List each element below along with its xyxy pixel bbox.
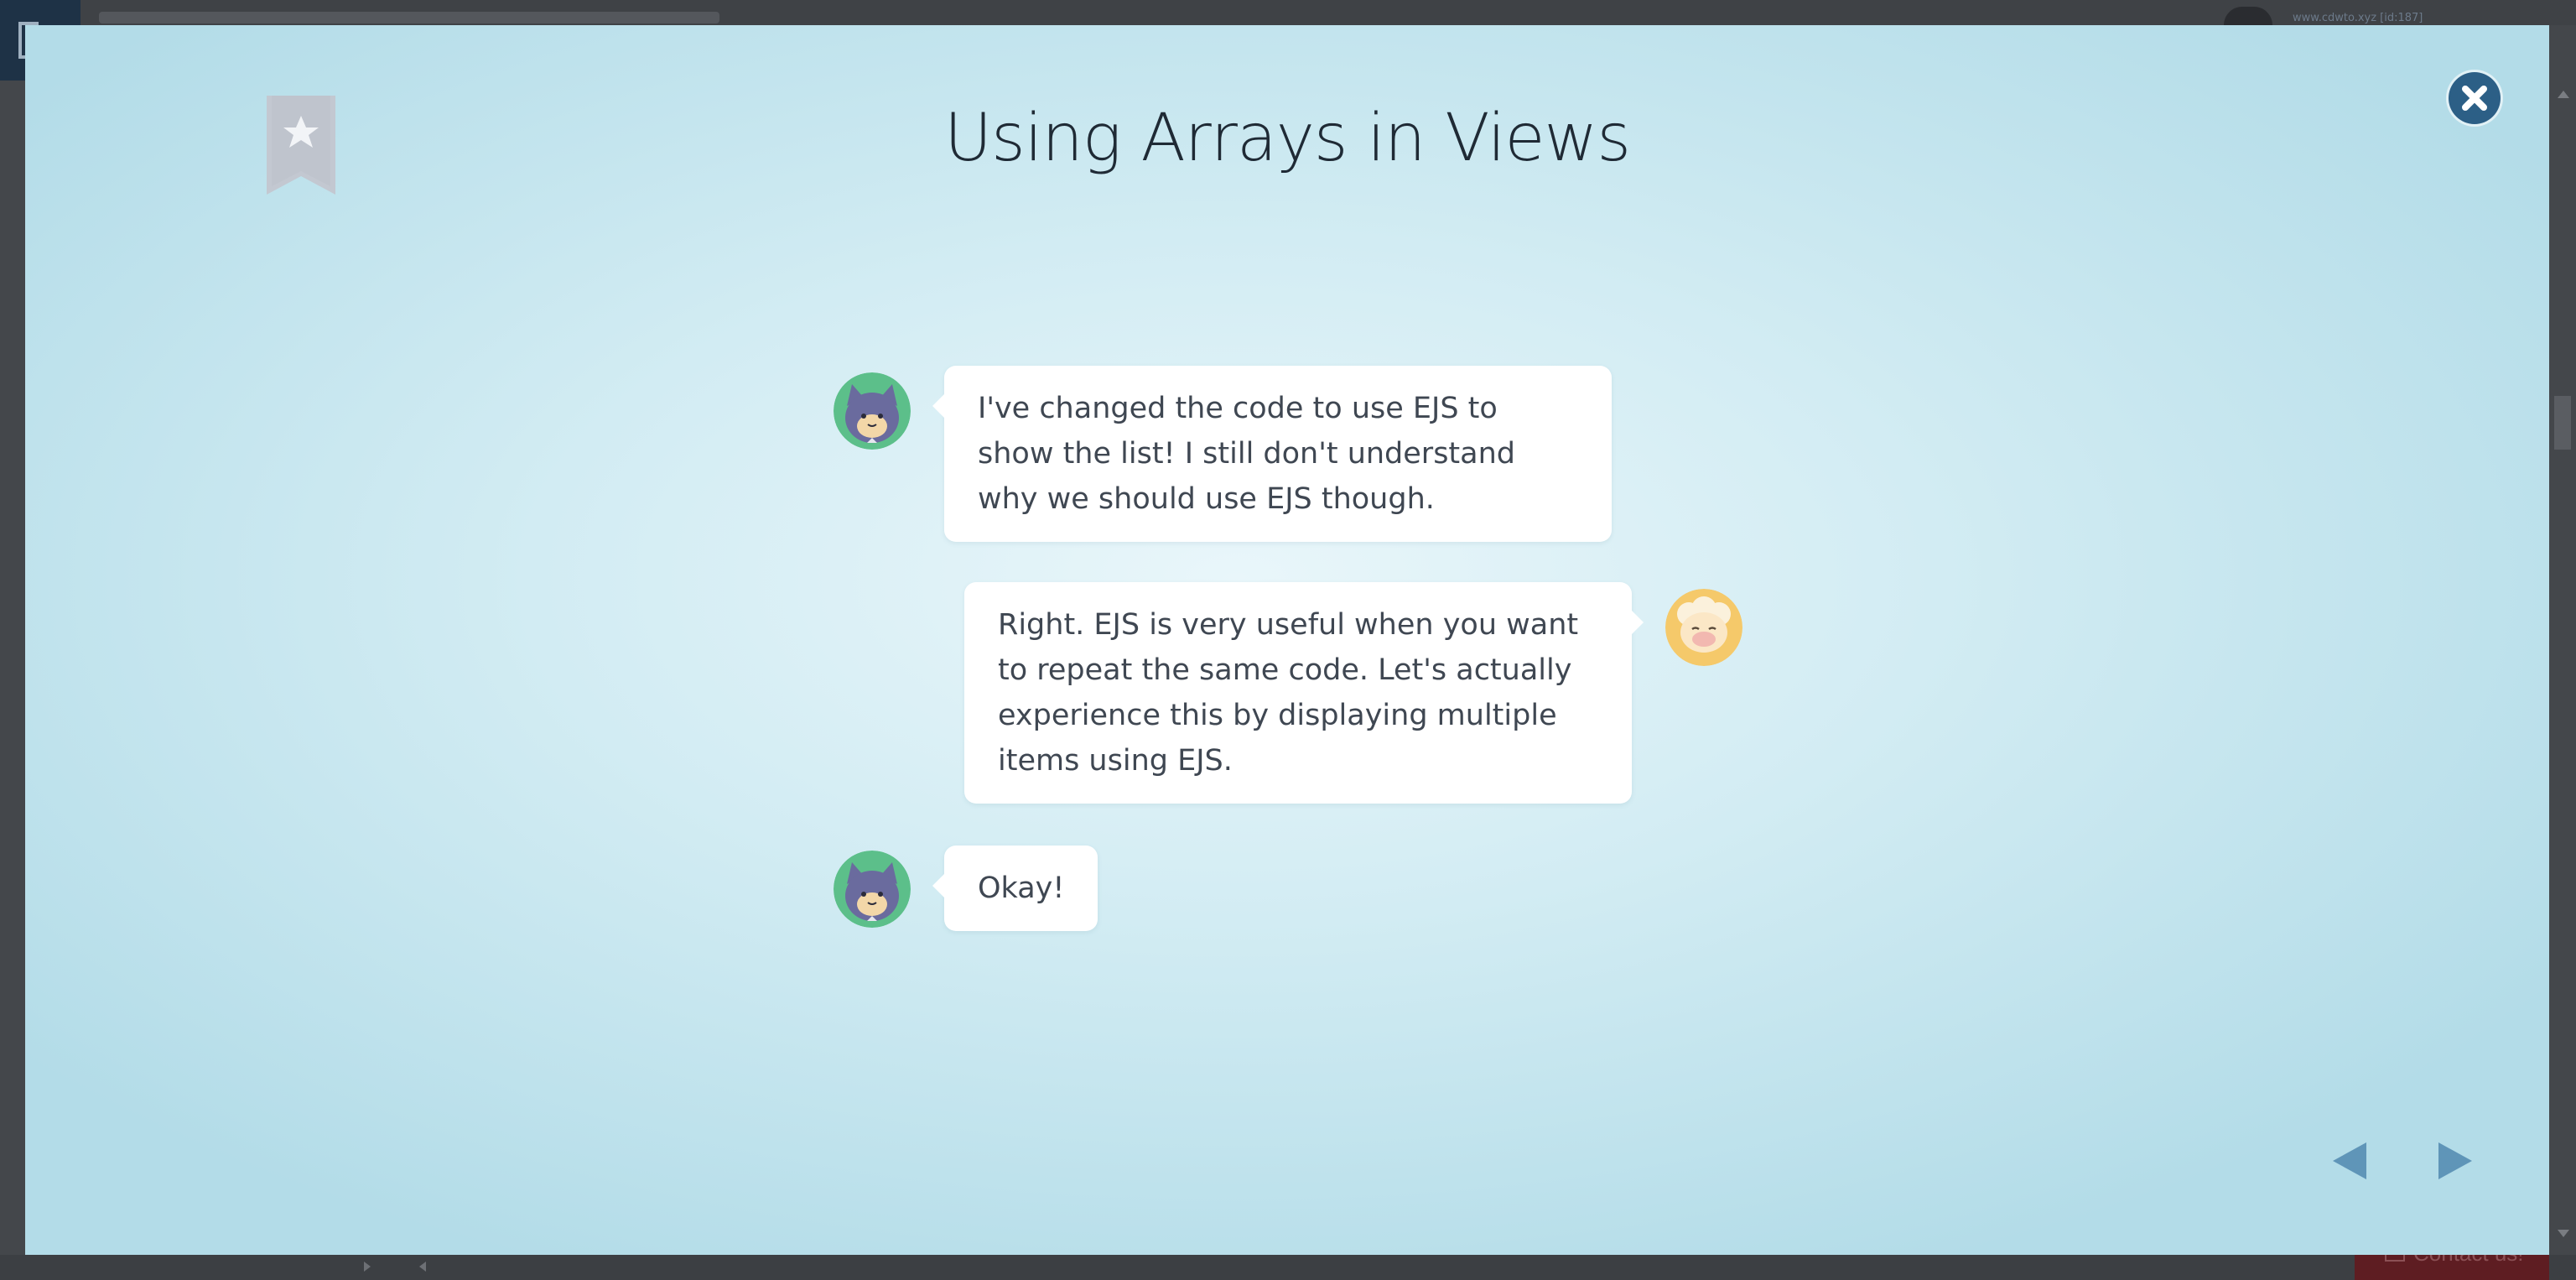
background-scrollbar-thumb xyxy=(2554,396,2571,450)
lesson-title: Using Arrays in Views xyxy=(944,101,1631,176)
next-button[interactable] xyxy=(2428,1136,2479,1186)
background-left-panel xyxy=(0,81,25,1255)
background-search-bar xyxy=(99,12,719,23)
scroll-up-icon xyxy=(2558,91,2569,98)
message-text: Right. EJS is very useful when you want … xyxy=(998,608,1579,778)
previous-button[interactable] xyxy=(2326,1136,2376,1186)
previous-arrow-icon xyxy=(2333,1142,2366,1179)
background-scrollbar-track xyxy=(2549,25,2576,1258)
message-text: I've changed the code to use EJS to show… xyxy=(978,392,1516,516)
scroll-left-icon xyxy=(419,1262,426,1272)
chat-bubble-3: Okay! xyxy=(932,846,1098,931)
background-user-label: www.cdwto.xyz [id:187] xyxy=(2293,12,2423,24)
lesson-modal: Using Arrays in Views I've changed the c… xyxy=(25,25,2549,1255)
scroll-right-icon xyxy=(364,1262,371,1272)
sheep-avatar xyxy=(1665,589,1742,666)
sheep-character-icon xyxy=(1665,589,1742,666)
scroll-down-icon xyxy=(2558,1230,2569,1237)
next-arrow-icon xyxy=(2438,1142,2472,1179)
message-text: Okay! xyxy=(978,872,1065,905)
cat-character-icon xyxy=(834,851,911,928)
cat-avatar xyxy=(834,851,911,928)
cat-avatar xyxy=(834,372,911,450)
cat-character-icon xyxy=(834,372,911,450)
chat-bubble-1: I've changed the code to use EJS to show… xyxy=(932,366,1612,542)
chat-bubble-2: Right. EJS is very useful when you want … xyxy=(964,582,1644,804)
background-bottom-bar xyxy=(0,1255,2576,1280)
